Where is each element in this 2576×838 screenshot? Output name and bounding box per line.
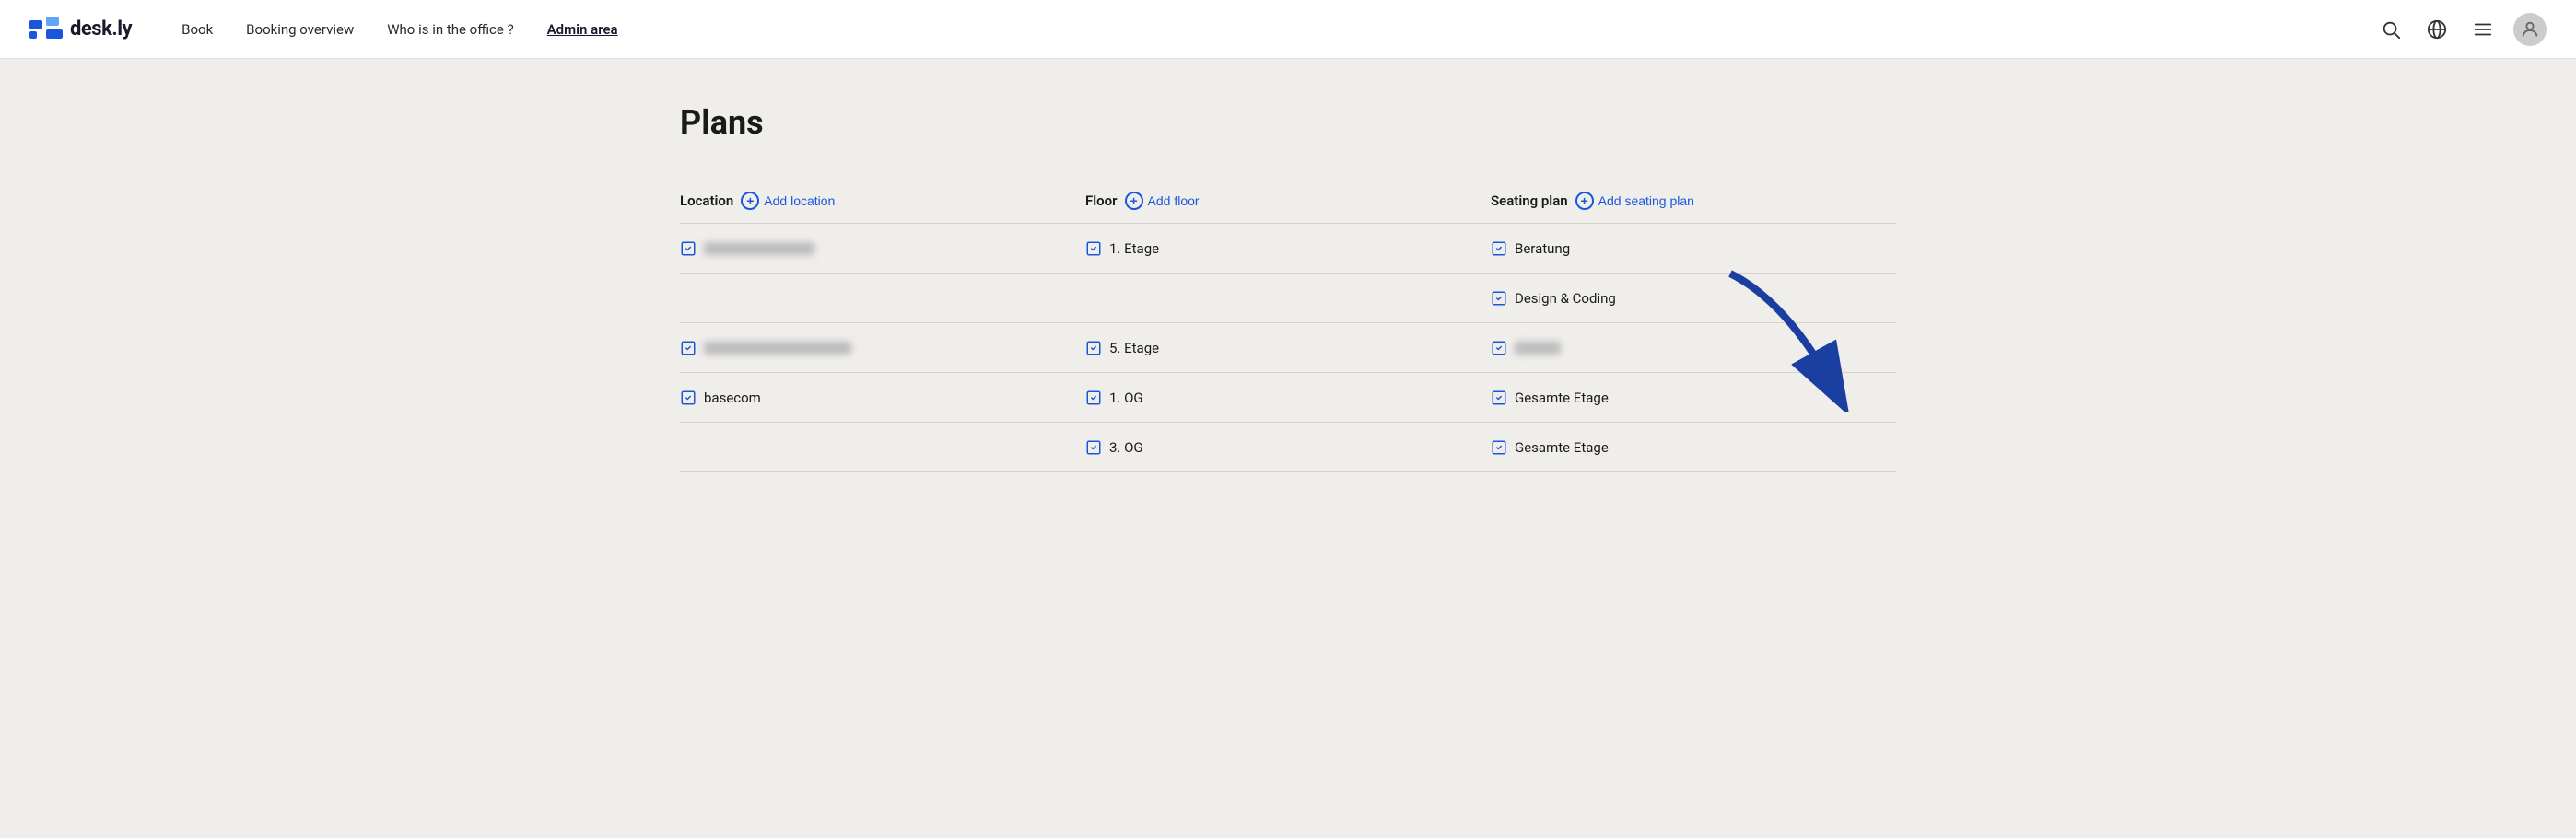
- floor-1-text: 1. Etage: [1109, 240, 1159, 257]
- cell-floor-3: 5. Etage: [1085, 323, 1491, 372]
- cell-location-4: basecom: [680, 373, 1085, 422]
- add-seating-label: Add seating plan: [1598, 193, 1694, 208]
- cell-seating-2: Design & Coding: [1491, 274, 1896, 322]
- cell-seating-1: Beratung: [1491, 224, 1896, 273]
- seating-5-text: Gesamte Etage: [1515, 439, 1609, 456]
- nav-book[interactable]: Book: [169, 14, 226, 45]
- cell-seating-5: Gesamte Etage: [1491, 423, 1896, 471]
- table-row: Design & Coding: [680, 274, 1896, 323]
- edit-floor-1-icon[interactable]: [1085, 240, 1102, 257]
- search-icon: [2381, 19, 2401, 40]
- nav-booking-overview[interactable]: Booking overview: [233, 14, 367, 45]
- add-floor-button[interactable]: + Add floor: [1125, 192, 1200, 210]
- table-row: 1. Etage Beratung: [680, 224, 1896, 274]
- seating-3-text: [1515, 342, 1561, 355]
- add-location-label: Add location: [764, 193, 835, 208]
- nav-right: [2375, 13, 2547, 46]
- edit-seating-5-icon[interactable]: [1491, 439, 1507, 456]
- table-header: Location + Add location Floor + Add floo…: [680, 179, 1896, 224]
- location-3-text: [704, 342, 851, 355]
- seating-1-text: Beratung: [1515, 240, 1570, 257]
- edit-floor-5-icon[interactable]: [1085, 439, 1102, 456]
- user-avatar[interactable]: [2513, 13, 2547, 46]
- seating-4-text: Gesamte Etage: [1515, 390, 1609, 406]
- table-row: basecom 1. OG Gesamte Et: [680, 373, 1896, 423]
- edit-location-4-icon[interactable]: [680, 390, 697, 406]
- navbar: desk.ly Book Booking overview Who is in …: [0, 0, 2576, 59]
- search-button[interactable]: [2375, 14, 2406, 45]
- avatar-icon: [2520, 19, 2540, 40]
- cell-floor-2: [1085, 274, 1491, 322]
- cell-floor-4: 1. OG: [1085, 373, 1491, 422]
- globe-icon: [2427, 19, 2447, 40]
- edit-location-3-icon[interactable]: [680, 340, 697, 356]
- col-location-header: Location + Add location: [680, 192, 1085, 210]
- cell-location-3: [680, 323, 1085, 372]
- edit-floor-4-icon[interactable]: [1085, 390, 1102, 406]
- col-seating-label: Seating plan: [1491, 192, 1568, 209]
- page-title: Plans: [680, 103, 1896, 142]
- cell-seating-4: Gesamte Etage: [1491, 373, 1896, 422]
- edit-seating-4-icon[interactable]: [1491, 390, 1507, 406]
- globe-button[interactable]: [2421, 14, 2453, 45]
- seating-2-text: Design & Coding: [1515, 290, 1616, 307]
- menu-button[interactable]: [2467, 14, 2499, 45]
- table-row: 3. OG Gesamte Etage: [680, 423, 1896, 472]
- logo[interactable]: desk.ly: [29, 17, 132, 42]
- cell-location-1: [680, 224, 1085, 273]
- col-floor-header: Floor + Add floor: [1085, 192, 1491, 210]
- add-location-button[interactable]: + Add location: [741, 192, 835, 210]
- location-4-text: basecom: [704, 390, 761, 406]
- add-floor-label: Add floor: [1148, 193, 1200, 208]
- edit-seating-1-icon[interactable]: [1491, 240, 1507, 257]
- col-location-label: Location: [680, 192, 733, 209]
- table-row: 5. Etage: [680, 323, 1896, 373]
- add-seating-button[interactable]: + Add seating plan: [1575, 192, 1694, 210]
- col-floor-label: Floor: [1085, 192, 1118, 209]
- floor-5-text: 3. OG: [1109, 439, 1143, 456]
- floor-3-text: 5. Etage: [1109, 340, 1159, 356]
- floor-4-text: 1. OG: [1109, 390, 1143, 406]
- location-1-text: [704, 242, 814, 255]
- logo-text: desk.ly: [70, 17, 132, 41]
- add-location-plus-icon: +: [741, 192, 759, 210]
- cell-location-5: [680, 423, 1085, 471]
- edit-seating-2-icon[interactable]: [1491, 290, 1507, 307]
- plans-table: Location + Add location Floor + Add floo…: [680, 179, 1896, 472]
- main-content: Plans Location + Add location Floor + Ad…: [643, 59, 1933, 509]
- nav-admin-area[interactable]: Admin area: [534, 14, 631, 45]
- hamburger-icon: [2473, 19, 2493, 40]
- add-seating-plus-icon: +: [1575, 192, 1594, 210]
- cell-floor-1: 1. Etage: [1085, 224, 1491, 273]
- cell-floor-5: 3. OG: [1085, 423, 1491, 471]
- nav-who-in-office[interactable]: Who is in the office ?: [374, 14, 526, 45]
- nav-links: Book Booking overview Who is in the offi…: [169, 14, 2375, 45]
- cell-location-2: [680, 274, 1085, 322]
- edit-location-1-icon[interactable]: [680, 240, 697, 257]
- add-floor-plus-icon: +: [1125, 192, 1143, 210]
- edit-seating-3-icon[interactable]: [1491, 340, 1507, 356]
- edit-floor-3-icon[interactable]: [1085, 340, 1102, 356]
- col-seating-header: Seating plan + Add seating plan: [1491, 192, 1896, 210]
- cell-seating-3: [1491, 323, 1896, 372]
